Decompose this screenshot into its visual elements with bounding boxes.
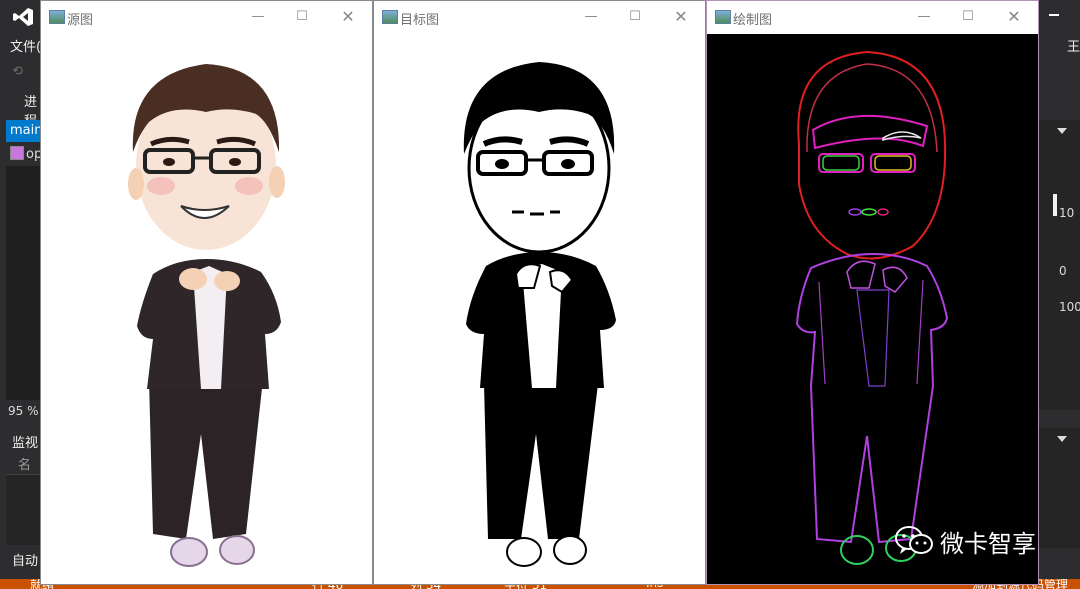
menu-file[interactable]: 文件( [10, 36, 41, 55]
cartoon-man-binary-image [374, 34, 705, 584]
image-window-icon [49, 10, 65, 24]
slider-handle[interactable] [1053, 194, 1057, 216]
image-window-icon [382, 10, 398, 24]
minimize-button[interactable]: — [574, 5, 608, 29]
code-editor[interactable] [6, 166, 42, 400]
file-icon [10, 146, 24, 160]
watermark: 微卡智享 [894, 524, 1036, 558]
close-button[interactable]: ✕ [664, 5, 698, 29]
window-title: 源图 [67, 13, 94, 28]
minimize-button[interactable]: — [907, 5, 941, 29]
close-button[interactable]: ✕ [997, 5, 1031, 29]
value-bottom: 100 [1059, 300, 1080, 314]
minimize-icon[interactable] [1049, 14, 1059, 16]
collapse-arrow-icon[interactable] [1057, 436, 1067, 442]
close-button[interactable]: ✕ [331, 5, 365, 29]
window-target-image[interactable]: 目标图 — ☐ ✕ [373, 0, 706, 585]
value-zero: 0 [1059, 264, 1067, 278]
source-image-canvas [41, 34, 372, 584]
properties-panel: 10 0 100 [1037, 120, 1080, 410]
contour-drawing-image [707, 34, 1038, 584]
window-titlebar[interactable]: 源图 — ☐ ✕ [41, 1, 372, 34]
maximize-button[interactable]: ☐ [285, 5, 319, 29]
value-top: 10 [1059, 206, 1075, 220]
collapse-arrow-icon[interactable] [1057, 128, 1067, 134]
user-account[interactable]: 王 [1067, 36, 1080, 55]
image-window-icon [715, 10, 731, 24]
watch-grid[interactable] [6, 474, 42, 545]
file-item[interactable]: op [10, 146, 42, 162]
autos-panel-title: 自动 [12, 554, 39, 569]
visual-studio-logo-icon [13, 8, 33, 26]
back-icon[interactable]: ⟲ [12, 64, 23, 79]
window-titlebar[interactable]: 绘制图 — ☐ ✕ [707, 1, 1038, 34]
window-title: 绘制图 [733, 13, 773, 28]
drawn-image-canvas [707, 34, 1038, 584]
window-title: 目标图 [400, 13, 440, 28]
wechat-icon [895, 526, 933, 554]
maximize-button[interactable]: ☐ [951, 5, 985, 29]
cartoon-man-color-image [128, 64, 285, 567]
window-source-image[interactable]: 源图 — ☐ ✕ [40, 0, 373, 585]
watermark-text: 微卡智享 [940, 529, 1036, 558]
vs-right-panel: 王 10 0 100 [1037, 0, 1080, 589]
tab-main-document[interactable]: main [6, 120, 42, 142]
target-image-canvas [374, 34, 705, 584]
watch-panel-title: 监视 [12, 436, 39, 451]
window-drawn-image[interactable]: 绘制图 — ☐ ✕ [706, 0, 1039, 585]
zoom-level[interactable]: 95 % [8, 404, 39, 418]
window-titlebar[interactable]: 目标图 — ☐ ✕ [374, 1, 705, 34]
maximize-button[interactable]: ☐ [618, 5, 652, 29]
minimize-button[interactable]: — [241, 5, 275, 29]
output-panel [1037, 428, 1080, 548]
vs-left-panel: 文件( ⟲ 进程 main op 95 % 监视 名称 自动 [0, 0, 42, 589]
